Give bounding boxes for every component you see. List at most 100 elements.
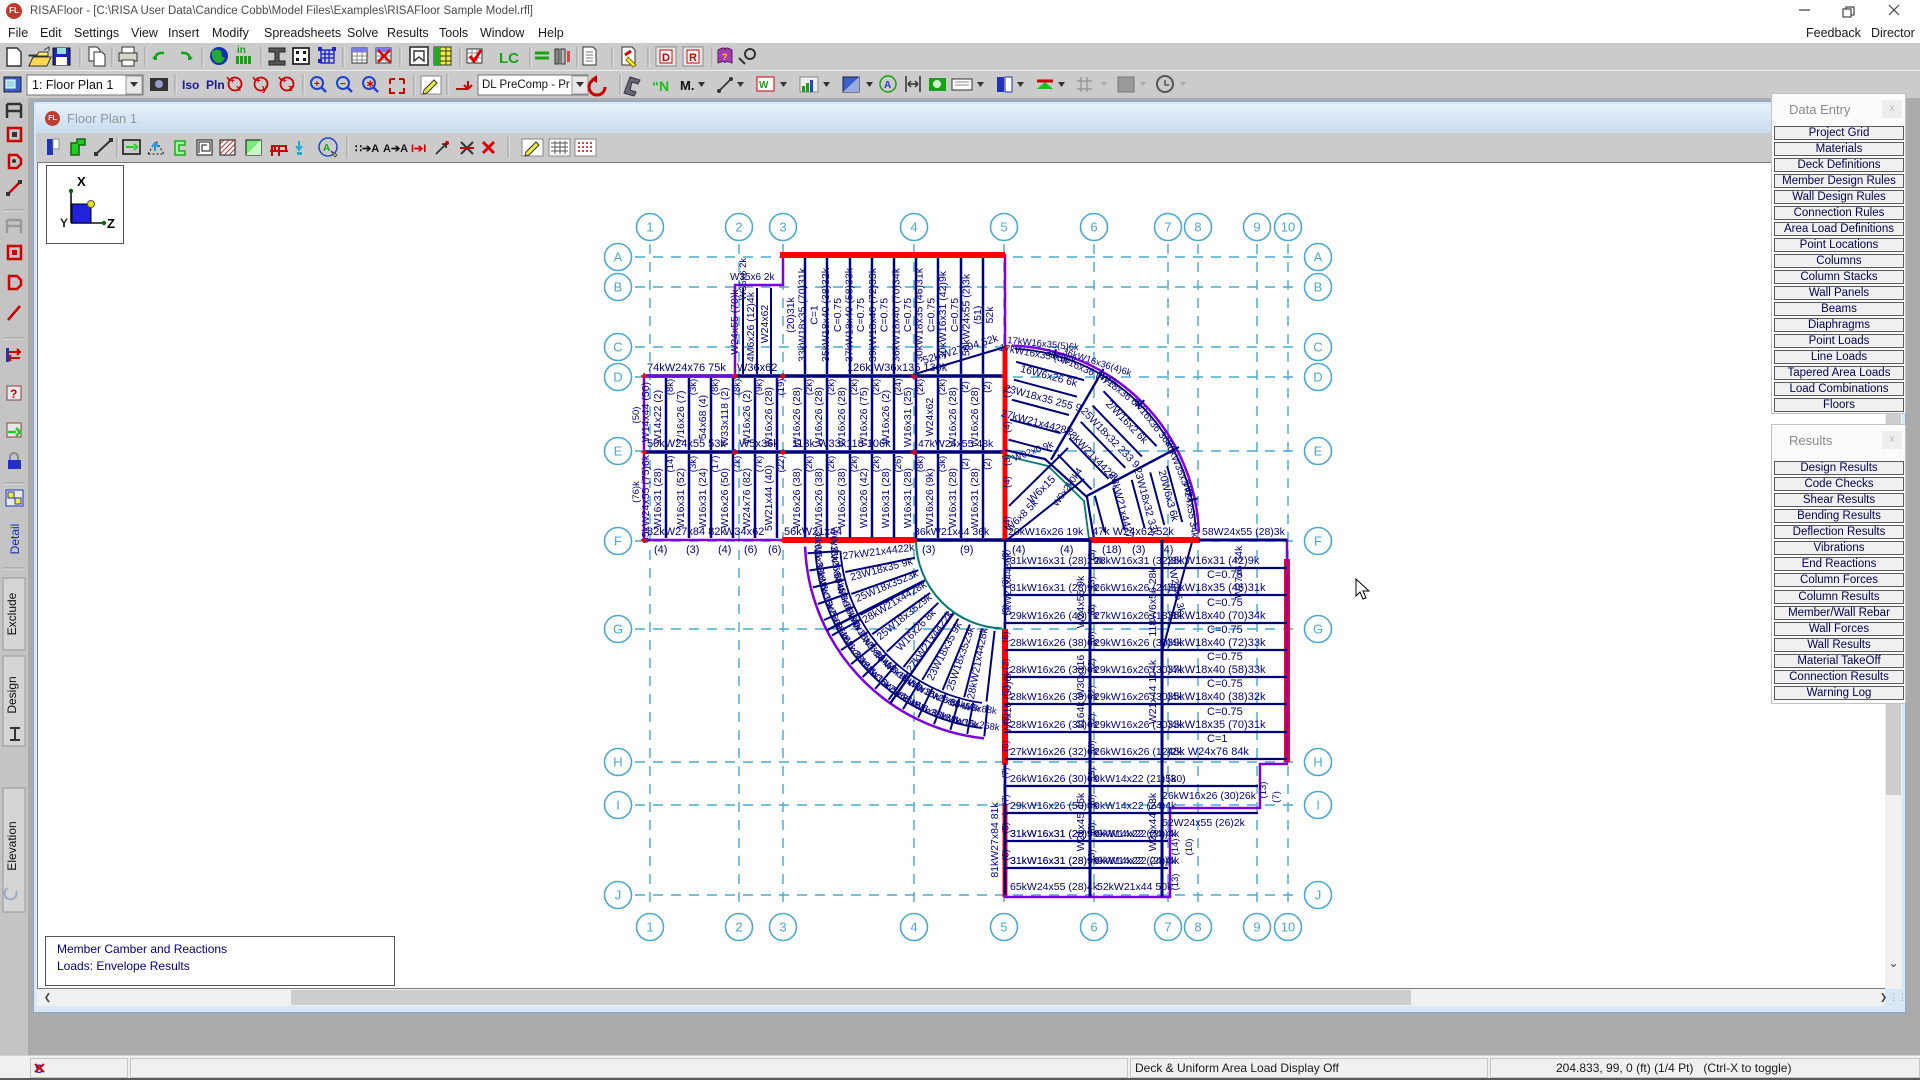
svg-text:“N: “N (652, 78, 669, 94)
svg-text:I: I (1316, 798, 1320, 813)
svg-text:W16x26 (38): W16x26 (38) (813, 468, 825, 528)
svg-text:39kW18x40 (72)33k: 39kW18x40 (72)33k (867, 267, 879, 362)
svg-text:(20)31k: (20)31k (785, 296, 797, 332)
svg-text:J: J (615, 888, 622, 903)
svg-text:9kW14x22 (21)5k: 9kW14x22 (21)5k (1094, 773, 1177, 785)
svg-text:118W6x56 28k: 118W6x56 28k (1147, 567, 1159, 637)
svg-text:W16x26 (2): W16x26 (2) (741, 390, 753, 444)
svg-text:A➔A: A➔A (383, 143, 408, 155)
svg-text:8: 8 (1194, 220, 1201, 235)
svg-text:H: H (613, 755, 622, 770)
svg-text:(3): (3) (1087, 549, 1097, 560)
svg-text:(3): (3) (1002, 454, 1013, 466)
svg-text:C=0.75: C=0.75 (1207, 624, 1243, 636)
svg-text:A: A (614, 250, 623, 265)
svg-text:48k W24x76 84k: 48k W24x76 84k (1167, 746, 1249, 758)
svg-text:2: 2 (735, 220, 742, 235)
svg-text:36k68k: 36k68k (812, 529, 824, 560)
svg-text:37kW18x40 (58)33k: 37kW18x40 (58)33k (844, 267, 856, 362)
svg-text:G: G (613, 622, 623, 637)
svg-text:(6): (6) (1087, 740, 1097, 751)
svg-text:W16x31 (28): W16x31 (28) (947, 468, 959, 528)
svg-text:W14x22 (2): W14x22 (2) (652, 390, 664, 444)
svg-text:W16x31 (28): W16x31 (28) (880, 468, 892, 528)
svg-text:C=0.75: C=0.75 (949, 298, 961, 332)
svg-text:F: F (614, 534, 622, 549)
svg-text:+: + (230, 76, 235, 85)
svg-text:J: J (1315, 888, 1322, 903)
svg-text:9kW14x22 (24)4k: 9kW14x22 (24)4k (1097, 828, 1180, 840)
svg-text:5: 5 (1000, 220, 1007, 235)
svg-text:G: G (1313, 622, 1323, 637)
svg-text:(51): (51) (972, 306, 984, 325)
svg-text:81kW27x84 81k: 81kW27x84 81k (989, 802, 1001, 878)
svg-text:I➔I: I➔I (411, 143, 426, 155)
svg-text:W16x31 (52): W16x31 (52) (675, 468, 687, 528)
svg-text:58W24x55 (28)3k: 58W24x55 (28)3k (1202, 526, 1286, 538)
svg-text:(3k): (3k) (688, 379, 699, 395)
svg-text:(9): (9) (960, 544, 973, 556)
svg-text:+: + (256, 76, 261, 85)
svg-text:(2k): (2k) (915, 379, 926, 395)
svg-text:36kW18x40 (70)34k: 36kW18x40 (70)34k (1167, 610, 1266, 622)
svg-text:W24x62: W24x62 (759, 305, 771, 344)
svg-text:H: H (1313, 755, 1322, 770)
svg-text:C: C (613, 340, 622, 355)
svg-text:(0): (0) (1087, 794, 1097, 805)
svg-text:W16x31 (25): W16x31 (25) (902, 387, 914, 447)
svg-text:W16x26 (38): W16x26 (38) (836, 468, 848, 528)
svg-text:E: E (1314, 444, 1323, 459)
svg-text:(30): (30) (1167, 773, 1186, 785)
svg-text:(6): (6) (1001, 631, 1011, 642)
svg-text:(3): (3) (1001, 849, 1011, 860)
svg-text:A: A (1314, 250, 1323, 265)
svg-text:?: ? (10, 387, 17, 401)
svg-text:DL PreComp - Pr: DL PreComp - Pr (482, 79, 570, 91)
svg-text:C=0.75: C=0.75 (1207, 678, 1243, 690)
svg-text:(7): (7) (1001, 794, 1011, 805)
svg-text:W21x44 53k: W21x44 53k (1147, 792, 1159, 851)
svg-text:W16x26 (42): W16x26 (42) (858, 468, 870, 528)
svg-text:1: 1 (646, 220, 653, 235)
svg-text:74kW24x76 75k: 74kW24x76 75k (647, 362, 726, 374)
svg-text:(9): (9) (1001, 604, 1011, 615)
svg-text:z: z (288, 83, 293, 93)
svg-text:Elevation: Elevation (5, 821, 19, 870)
svg-text:Y: Y (60, 216, 68, 230)
svg-text:(4): (4) (1002, 516, 1013, 528)
svg-text:(22): (22) (776, 456, 787, 473)
svg-text:A: A (323, 143, 330, 154)
svg-text:6: 6 (1090, 220, 1097, 235)
svg-text:(9): (9) (1087, 767, 1097, 778)
svg-text:∷➔A: ∷➔A (355, 143, 379, 155)
svg-text:W35x6 2k: W35x6 2k (730, 272, 775, 283)
svg-text:y: y (262, 83, 267, 93)
svg-text:(4): (4) (1002, 421, 1013, 433)
svg-text:1164k W30x116: 1164k W30x116 (1075, 655, 1087, 729)
svg-text:52k: 52k (984, 306, 996, 324)
svg-text:(13): (13) (1258, 782, 1269, 799)
svg-text:10: 10 (1281, 220, 1295, 235)
svg-text:(2): (2) (1001, 713, 1011, 724)
svg-text:1: 1 (646, 920, 653, 935)
svg-text:(9): (9) (1001, 549, 1011, 560)
svg-text:9: 9 (1253, 220, 1260, 235)
svg-text:(50): (50) (631, 407, 642, 424)
svg-text:C=1: C=1 (1207, 733, 1228, 745)
svg-text:W34x62: W34x62 (724, 526, 764, 538)
svg-text:37kW18x40 (58)33k: 37kW18x40 (58)33k (1167, 664, 1266, 676)
svg-text:?: ? (722, 52, 728, 62)
svg-text:(7): (7) (1271, 791, 1282, 803)
svg-text:W16x31 (28): W16x31 (28) (969, 468, 981, 528)
svg-text:(2): (2) (982, 381, 993, 393)
svg-text:C=1: C=1 (808, 305, 820, 325)
svg-text:+: + (314, 79, 320, 90)
svg-text:A: A (884, 80, 891, 91)
svg-text:W16x31 (28): W16x31 (28) (902, 468, 914, 528)
svg-text:W16x31 (28): W16x31 (28) (652, 468, 664, 528)
svg-text:C=0.75: C=0.75 (925, 298, 937, 332)
svg-text:Detail: Detail (8, 524, 22, 555)
svg-text:D: D (1313, 370, 1322, 385)
svg-text:(3): (3) (1001, 576, 1011, 587)
svg-text:Pln: Pln (206, 78, 225, 92)
